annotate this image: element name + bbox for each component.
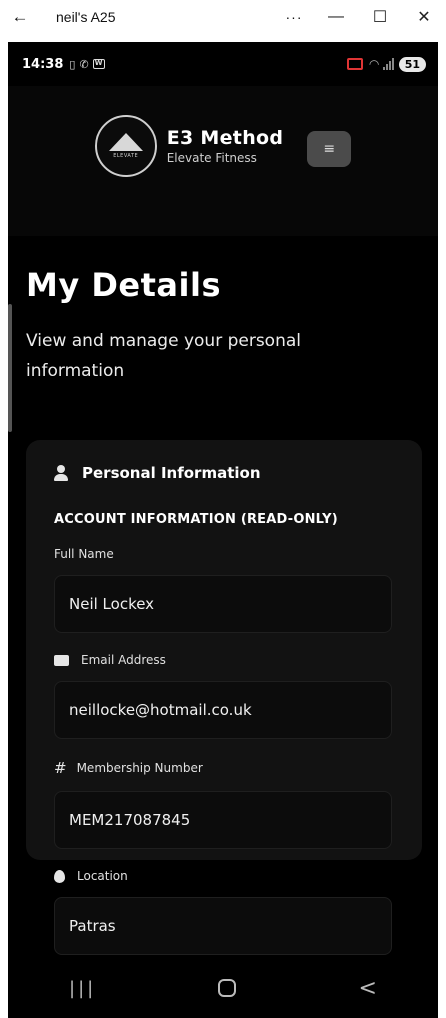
email-field[interactable]: neillocke@hotmail.co.uk (54, 681, 392, 739)
more-options-icon[interactable]: ··· (274, 9, 314, 25)
android-nav-bar: ||| < (8, 958, 438, 1018)
hash-icon: # (54, 759, 67, 777)
signal-icon (382, 58, 394, 70)
location-field[interactable]: Patras (54, 897, 392, 955)
side-scroll-handle[interactable] (8, 304, 12, 432)
home-button[interactable] (218, 979, 237, 997)
email-label: Email Address (54, 653, 392, 667)
battery-level: 51 (404, 57, 420, 71)
minimize-button[interactable]: — (314, 8, 358, 26)
card-header: Personal Information (54, 464, 392, 482)
status-time: 14:38 (22, 56, 64, 72)
person-icon (54, 465, 68, 481)
status-bar: 14:38 ▯ ✆ W ◠ 51 (8, 42, 438, 86)
brand-subtitle: Elevate Fitness (166, 151, 257, 165)
full-name-label: Full Name (54, 547, 114, 561)
section-label: ACCOUNT INFORMATION (READ-ONLY) (54, 512, 338, 527)
page-subtitle: View and manage your personal informatio… (26, 331, 301, 381)
mail-icon (54, 654, 69, 666)
page-title: My Details (26, 266, 221, 304)
logo-triangle-icon (108, 133, 143, 151)
app-header: ELEVATE E3 Method Elevate Fitness ≡ (8, 86, 438, 236)
brand-name: E3 Method (166, 127, 284, 149)
hamburger-icon: ≡ (323, 141, 336, 157)
logo[interactable]: ELEVATE (94, 115, 157, 177)
window-title: neil's A25 (56, 9, 116, 25)
close-button[interactable]: ✕ (402, 7, 446, 27)
logo-text: ELEVATE (113, 153, 139, 159)
app-notification-icon: W (92, 59, 105, 69)
location-label: Location (54, 869, 392, 883)
membership-number-field[interactable]: MEM217087845 (54, 791, 392, 849)
menu-button[interactable]: ≡ (307, 131, 352, 167)
main-content: My Details View and manage your personal… (8, 266, 438, 955)
recents-button[interactable]: ||| (69, 978, 96, 999)
cast-icon (347, 58, 364, 70)
battery-badge: 51 (398, 56, 426, 72)
call-icon: ✆ (79, 57, 89, 71)
maximize-button[interactable]: ☐ (358, 7, 402, 27)
brand: E3 Method Elevate Fitness (167, 127, 284, 165)
notification-icon: ▯ (69, 57, 76, 71)
card-title: Personal Information (82, 464, 261, 482)
location-pin-icon (54, 869, 65, 883)
personal-info-card: Personal Information ACCOUNT INFORMATION… (26, 440, 422, 955)
membership-number-label: # Membership Number (54, 759, 203, 777)
back-arrow-icon[interactable]: ← (6, 7, 34, 27)
phone-screen: 14:38 ▯ ✆ W ◠ 51 ELEVATE E3 Method Eleva… (8, 42, 438, 1018)
window-titlebar: ← neil's A25 ··· — ☐ ✕ (0, 0, 446, 34)
back-button[interactable]: < (358, 976, 376, 1001)
full-name-field[interactable]: Neil Lockex (54, 575, 392, 633)
wifi-icon: ◠ (369, 57, 379, 71)
